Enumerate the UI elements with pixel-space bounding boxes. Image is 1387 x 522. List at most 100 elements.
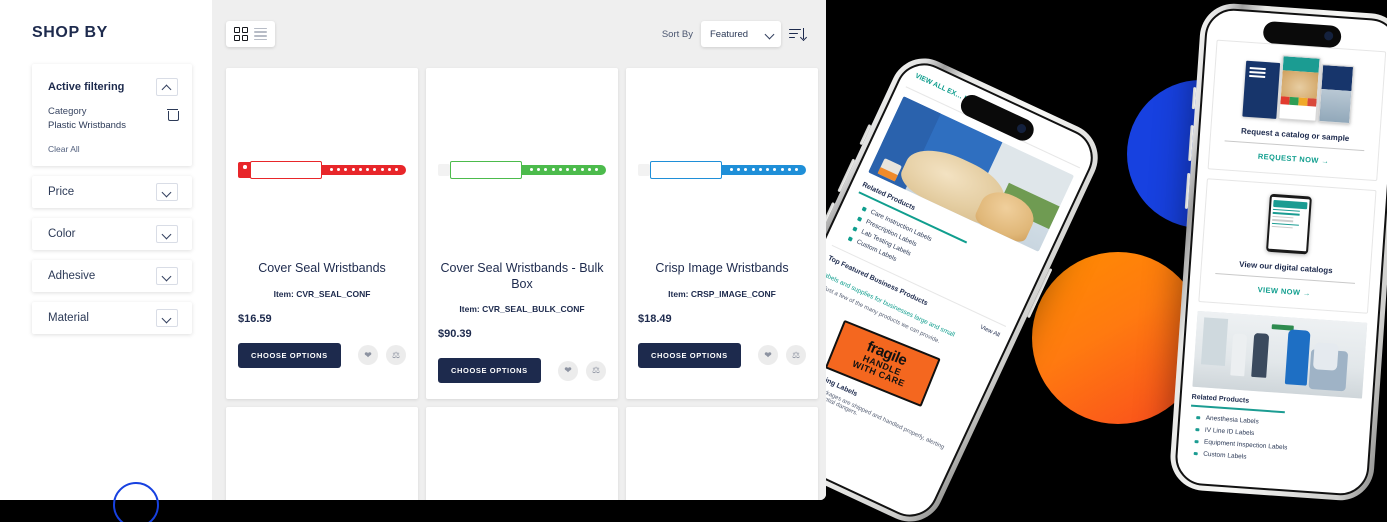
active-filtering-collapse-button[interactable] <box>156 78 178 96</box>
active-filter-category-label: Category <box>48 106 87 117</box>
phone-screen: Request a catalog or sample REQUEST NOW … <box>1173 6 1387 498</box>
filter-expand-button[interactable] <box>156 308 178 327</box>
product-image[interactable] <box>238 421 406 500</box>
tablet-line <box>1272 219 1294 222</box>
filter-expand-button[interactable] <box>156 266 178 285</box>
filter-label: Material <box>48 311 89 324</box>
product-title[interactable]: Cover Seal Wristbands <box>258 261 386 277</box>
catalog-cover-3 <box>1318 63 1355 125</box>
view-mode-toggle[interactable] <box>226 21 275 47</box>
filter-sidebar: SHOP BY Active filtering Category Plasti… <box>0 0 212 500</box>
chevron-down-icon <box>163 230 171 238</box>
blue-ring-decoration <box>113 482 159 522</box>
chevron-down-icon <box>766 30 774 38</box>
trash-icon[interactable] <box>167 108 179 121</box>
filter-expand-button[interactable] <box>156 224 178 243</box>
product-price: $90.39 <box>438 328 472 341</box>
product-title[interactable]: Cover Seal Wristbands - Bulk Box <box>438 261 606 292</box>
chevron-down-icon <box>163 272 171 280</box>
compare-icon[interactable]: ⚖ <box>386 345 406 366</box>
product-sku: Item: CRSP_IMAGE_CONF <box>668 288 776 299</box>
product-price: $16.59 <box>238 312 272 325</box>
sort-select[interactable]: Featured <box>701 21 781 47</box>
grid-view-icon[interactable] <box>234 27 248 41</box>
phone-body: Request a catalog or sample REQUEST NOW … <box>1168 1 1387 503</box>
bullet-icon <box>1193 451 1198 456</box>
product-sku: Item: CVR_SEAL_CONF <box>273 288 371 299</box>
request-catalog-card[interactable]: Request a catalog or sample REQUEST NOW … <box>1207 39 1387 182</box>
filter-expand-button[interactable] <box>156 182 178 201</box>
swatch <box>1307 98 1317 107</box>
wristband-tab <box>438 163 450 176</box>
product-icon-buttons: ❤ ⚖ <box>358 345 406 366</box>
nurse-figure <box>1284 329 1311 386</box>
bullet-icon <box>1196 415 1200 420</box>
product-card[interactable]: Crisp Image Wristbands Item: CRSP_IMAGE_… <box>626 68 818 400</box>
chevron-down-icon <box>163 188 171 196</box>
screenshot-stage: VIEW ALL EX… LABELS → Related Products C… <box>0 0 1387 522</box>
catalog-swatches <box>1280 96 1317 107</box>
upright-phone-mockup: Request a catalog or sample REQUEST NOW … <box>1168 1 1387 503</box>
catalog-covers-image <box>1220 49 1376 125</box>
product-image[interactable]: Allergy Alert <box>438 421 606 500</box>
product-icon-buttons: ❤ ⚖ <box>558 360 606 381</box>
digital-catalog-card[interactable]: View our digital catalogs VIEW NOW → <box>1198 178 1377 314</box>
active-filtering-header[interactable]: Active filtering <box>48 78 178 96</box>
tablet-line <box>1271 225 1293 229</box>
wristband-graphic: Fall Risk <box>638 499 806 500</box>
active-filtering-label: Active filtering <box>48 81 125 93</box>
shop-by-heading: SHOP BY <box>32 24 108 41</box>
wristband-graphic <box>238 499 406 500</box>
heart-icon[interactable]: ❤ <box>358 345 378 366</box>
hospital-hero-image <box>1192 310 1368 399</box>
product-grid: Cover Seal Wristbands Item: CVR_SEAL_CON… <box>212 68 826 500</box>
heart-icon[interactable]: ❤ <box>758 345 778 366</box>
product-image[interactable] <box>438 82 606 257</box>
hospital-door <box>1200 317 1228 367</box>
product-actions: CHOOSE OPTIONS ❤ ⚖ <box>238 342 406 368</box>
product-card[interactable] <box>226 407 418 500</box>
wristband-graphic <box>438 160 606 180</box>
filter-section-adhesive[interactable]: Adhesive <box>32 259 192 292</box>
heart-icon[interactable]: ❤ <box>558 360 578 381</box>
active-filtering-card: Active filtering Category Plastic Wristb… <box>32 64 192 166</box>
request-now-link[interactable]: REQUEST NOW → <box>1217 149 1369 169</box>
listing-toolbar: Sort By Featured <box>212 0 826 68</box>
choose-options-button[interactable]: CHOOSE OPTIONS <box>238 342 341 368</box>
product-image[interactable] <box>238 82 406 257</box>
compare-icon[interactable]: ⚖ <box>786 345 806 366</box>
catalog-cover-2 <box>1278 55 1321 122</box>
list-item-label: Custom Labels <box>1202 450 1247 461</box>
product-card[interactable]: Fall Risk <box>626 407 818 500</box>
choose-options-button[interactable]: CHOOSE OPTIONS <box>638 342 741 368</box>
catalog-dog-photo <box>1280 70 1319 99</box>
clear-all-link[interactable]: Clear All <box>48 144 178 154</box>
product-card[interactable]: Cover Seal Wristbands Item: CVR_SEAL_CON… <box>226 68 418 400</box>
catalog-page-content: Request a catalog or sample REQUEST NOW … <box>1178 9 1387 469</box>
tablet-illustration <box>1265 193 1312 255</box>
filter-section-material[interactable]: Material <box>32 301 192 334</box>
list-view-icon[interactable] <box>254 27 267 41</box>
sort-descending-icon[interactable] <box>789 27 807 42</box>
product-card[interactable]: Cover Seal Wristbands - Bulk Box Item: C… <box>426 68 618 400</box>
product-card[interactable]: Allergy Alert <box>426 407 618 500</box>
choose-options-button[interactable]: CHOOSE OPTIONS <box>438 358 541 384</box>
filter-section-color[interactable]: Color <box>32 217 192 250</box>
wristband-holes <box>730 168 798 171</box>
patient-figure <box>1312 341 1339 371</box>
bullet-icon <box>857 216 863 222</box>
product-title[interactable]: Crisp Image Wristbands <box>655 261 788 277</box>
tablet-line <box>1272 215 1294 219</box>
filter-label: Adhesive <box>48 269 96 282</box>
view-all-link[interactable]: View All <box>979 325 1000 339</box>
wristband-label-area <box>450 160 522 179</box>
tablet-header <box>1273 199 1308 210</box>
view-now-link[interactable]: VIEW NOW → <box>1208 282 1360 302</box>
product-image[interactable]: Fall Risk <box>638 421 806 500</box>
compare-icon[interactable]: ⚖ <box>586 360 606 381</box>
bullet-icon <box>847 236 854 242</box>
filter-section-price[interactable]: Price <box>32 175 192 208</box>
wristband-label-area <box>650 160 722 179</box>
sort-by-label: Sort By <box>661 28 693 40</box>
product-image[interactable] <box>638 82 806 257</box>
